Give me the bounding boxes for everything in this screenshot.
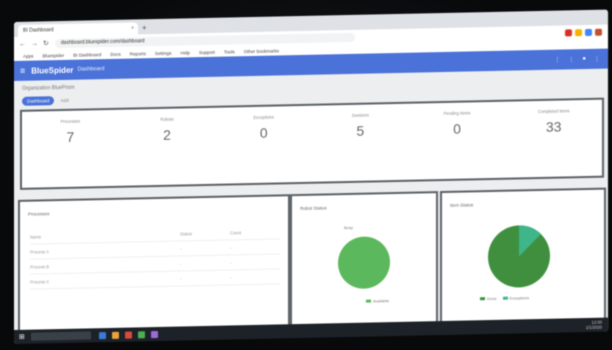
hamburger-menu-icon[interactable]: ≡ [20,66,25,76]
data-table: Name Status Count Process A - - Process … [30,224,280,290]
reload-icon[interactable]: ↻ [43,39,49,47]
stat-label: Robots [160,116,174,122]
bookmark-link[interactable]: Other bookmarks [244,48,279,54]
app-icon[interactable] [137,330,145,338]
bookmark-link[interactable]: Tools [224,49,235,54]
app-brand[interactable]: BlueSpider [31,65,73,75]
table-cell: - [230,244,232,250]
bookmark-link[interactable]: Reports [130,51,146,56]
legend-item[interactable]: Done [480,296,497,301]
stat-value: 33 [545,118,562,135]
pie-legend: Done Exceptions [480,295,529,301]
bookmark-link[interactable]: BI Dashboard [73,52,101,58]
add-filter-link[interactable]: Add [60,98,68,103]
refresh-icon[interactable]: ⋮ [568,56,574,63]
stat-card[interactable]: Sessions 5 [312,104,409,182]
stat-card[interactable]: Pending Items 0 [409,102,506,180]
stat-label: Completed Items [537,108,570,115]
app-icon[interactable] [124,331,132,339]
legend-label: Done [487,295,497,302]
pie-label: Busy [344,224,353,231]
taskbar-search[interactable] [30,331,91,341]
robot-status-panel: Robot Status Busy Available [290,191,438,333]
stats-strip: Processes 7 Robots 2 Exceptions 0 Sessio… [20,97,604,190]
stat-value: 0 [259,124,268,141]
dashboard-filter-chip[interactable]: Dashboard [22,96,55,106]
windows-start-icon[interactable]: ⊞ [19,333,25,341]
extension-icon[interactable] [565,28,572,36]
more-icon[interactable]: ⋮ [594,55,600,62]
stat-card[interactable]: Exceptions 0 [215,106,312,184]
legend-label: Available [373,298,390,304]
column-header[interactable]: Name [30,231,180,239]
taskbar-apps [98,330,158,339]
extension-icon[interactable] [585,28,592,36]
header-icons: ⋮ ⋮ ● ⋮ [554,55,600,64]
stat-value: 0 [453,120,461,137]
close-icon[interactable]: × [131,25,134,31]
panel-title: Processes [28,211,50,217]
breadcrumb: Organization BluePrism [22,84,75,92]
legend-item[interactable]: Exceptions [502,295,530,301]
stat-value: 7 [66,128,75,145]
filter-row: Dashboard Add [22,96,69,106]
stat-card[interactable]: Completed Items 33 [505,100,602,178]
back-icon[interactable]: ← [19,40,26,47]
settings-icon[interactable]: ⋮ [554,56,560,63]
app-icon[interactable] [98,331,106,339]
bookmark-link[interactable]: Settings [155,50,172,55]
extension-icon[interactable] [575,28,582,36]
bookmark-link[interactable]: Docs [110,51,120,56]
stat-card[interactable]: Robots 2 [119,108,216,186]
item-status-pie[interactable] [484,221,554,292]
stat-label: Pending Items [443,110,471,117]
robot-status-pie[interactable] [334,232,394,293]
bookmark-link[interactable]: Bluespider [42,52,64,57]
column-header[interactable]: Status [180,230,230,236]
table-cell: - [230,274,232,280]
pie-legend: Available [366,298,389,303]
stat-label: Sessions [351,112,369,118]
forward-icon[interactable]: → [31,40,38,47]
taskbar-clock[interactable]: 12:00 1/1/2020 [586,320,602,330]
app-icon[interactable] [150,330,158,338]
stat-label: Exceptions [253,114,274,120]
table-cell: - [180,245,182,252]
profile-avatar[interactable] [595,28,602,36]
item-status-panel: Item Status Done Exceptions [440,187,606,330]
stat-value: 5 [356,122,365,139]
user-icon[interactable]: ● [582,56,586,63]
table-cell: Process B [30,263,50,270]
pie-slice[interactable] [338,236,390,289]
new-tab-button[interactable]: + [142,22,147,34]
app-section-title: Dashboard [77,66,105,73]
table-cell: - [180,275,182,282]
bookmark-link[interactable]: Support [199,49,215,54]
bookmark-link[interactable]: Apps [23,53,33,58]
extension-icons [565,28,602,36]
monitor-screen: BI Dashboard × + ← → ↻ dashboard.bluespi… [14,9,608,345]
table-cell: - [230,259,232,265]
clock-date: 1/1/2020 [585,324,602,331]
browser-tab-title: BI Dashboard [23,27,54,34]
process-table-panel: Processes Name Status Count Process A - … [18,194,290,338]
legend-label: Exceptions [509,295,530,301]
column-header[interactable]: Count [230,229,280,235]
bookmark-link[interactable]: Help [180,50,189,55]
table-cell: Process C [30,278,50,285]
stat-value: 2 [163,126,171,143]
table-cell: Process A [30,248,49,255]
table-cell: - [180,260,182,267]
stat-label: Processes [60,118,81,125]
legend-item[interactable]: Available [366,298,389,303]
panel-title: Item Status [450,202,474,208]
stat-card[interactable]: Processes 7 [22,110,119,188]
folder-icon[interactable] [111,331,119,339]
panel-title: Robot Status [300,205,327,212]
